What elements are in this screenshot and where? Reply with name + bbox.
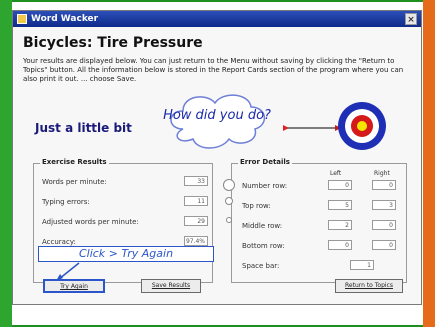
bottom-row-left: 0 [328,240,352,250]
error-details-legend: Error Details [238,158,292,166]
middle-row-label: Middle row: [242,222,283,230]
typing-errors-value: 11 [184,196,208,206]
top-row-left: 5 [328,200,352,210]
app-window: Word Wacker × Bicycles: Tire Pressure Yo… [12,10,422,305]
wpm-value: 33 [184,176,208,186]
window-title: Word Wacker [31,14,99,24]
number-row-label: Number row: [242,182,288,190]
close-button[interactable]: × [405,13,417,25]
page-title: Bicycles: Tire Pressure [23,35,203,51]
save-results-button[interactable]: Save Results [141,279,201,293]
app-icon [17,14,27,24]
instructions-text: Your results are displayed below. You ca… [23,57,404,83]
adjusted-wpm-label: Adjusted words per minute: [42,218,139,226]
bubble-trail-dot [225,197,233,205]
right-column-header: Right [374,170,390,177]
try-again-button[interactable]: Try Again [43,279,105,293]
return-to-topics-button[interactable]: Return to Topics [335,279,403,293]
slide-orange-bar [423,0,435,327]
title-bar: Word Wacker × [13,11,421,27]
top-row-label: Top row: [242,202,271,210]
adjusted-wpm-value: 29 [184,216,208,226]
space-bar-label: Space bar: [242,262,280,270]
typing-errors-label: Typing errors: [42,198,90,206]
slide-green-bar [0,0,12,327]
middle-row-left: 2 [328,220,352,230]
left-column-header: Left [330,170,342,177]
space-bar-value: 1 [350,260,374,270]
number-row-right: 0 [372,180,396,190]
dart-icon [283,125,341,131]
top-row-right: 3 [372,200,396,210]
accuracy-value: 97.4% [184,236,208,246]
exercise-results-legend: Exercise Results [40,158,109,166]
bubble-text: How did you do? [163,108,271,123]
wpm-label: Words per minute: [42,178,107,186]
bottom-row-label: Bottom row: [242,242,285,250]
result-message: Just a little bit [35,121,132,135]
error-details-group: Error Details Left Right Number row: 0 0… [231,158,407,283]
try-again-callout: Click > Try Again [38,246,214,262]
accuracy-label: Accuracy: [42,238,76,246]
middle-row-right: 0 [372,220,396,230]
bubble-trail-dot [226,217,232,223]
bottom-row-right: 0 [372,240,396,250]
bubble-trail-dot [223,179,235,191]
number-row-left: 0 [328,180,352,190]
target-icon [338,102,386,150]
